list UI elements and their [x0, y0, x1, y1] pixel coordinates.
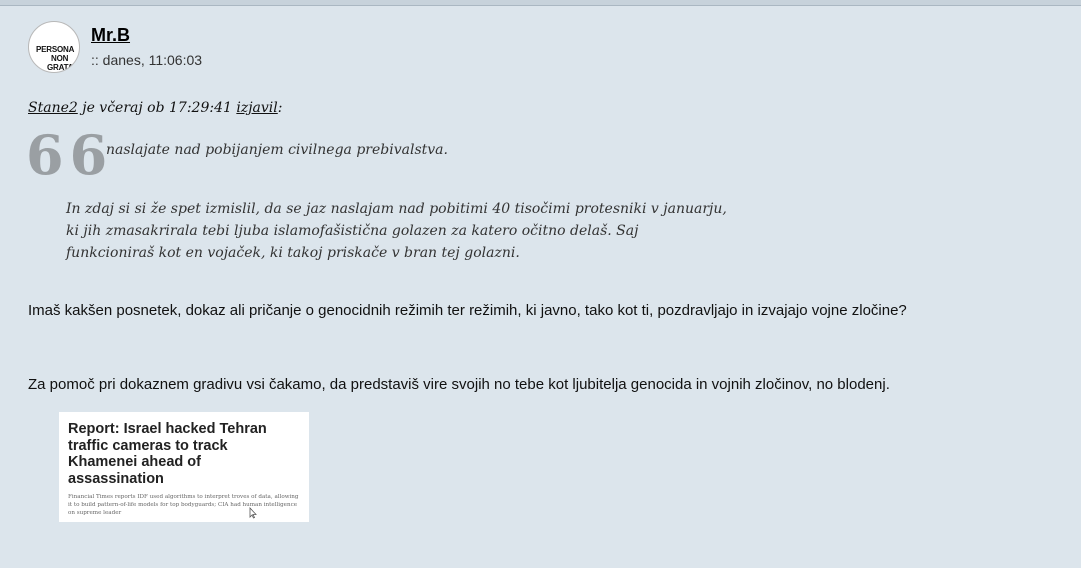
top-border	[0, 0, 1081, 6]
post-timestamp: :: danes, 11:06:03	[91, 52, 203, 68]
avatar-text-3: GRATA	[47, 63, 74, 72]
quote-marks-icon: 66	[26, 123, 114, 187]
link-preview-title: Report: Israel hacked Tehran traffic cam…	[68, 421, 267, 487]
quote-header-colon: :	[277, 100, 283, 116]
link-preview-summary: Financial Times reports IDF used algorit…	[68, 494, 299, 516]
quote-text: naslajate nad pobijanjem civilnega prebi…	[106, 142, 448, 158]
nested-quote-line: In zdaj si si že spet izmislil, da se ja…	[66, 201, 727, 217]
quote-header-middle: je včeraj ob 17:29:41	[82, 100, 232, 116]
username-link[interactable]: Mr.B	[91, 25, 130, 46]
nested-quote: In zdaj si si že spet izmislil, da se ja…	[66, 198, 746, 264]
quote-author-link[interactable]: Stane2	[28, 100, 78, 116]
avatar-text-1: PERSONA	[36, 45, 75, 54]
post-paragraph-1: Imaš kakšen posnetek, dokaz ali pričanje…	[28, 302, 907, 319]
avatar[interactable]: PERSONA NON GRATA	[28, 21, 80, 73]
mouse-cursor-icon	[249, 507, 257, 519]
link-preview-card[interactable]: Report: Israel hacked Tehran traffic cam…	[59, 412, 309, 522]
nested-quote-line: ki jih zmasakrirala tebi ljuba islamofaš…	[66, 223, 639, 239]
post-paragraph-2: Za pomoč pri dokaznem gradivu vsi čakamo…	[28, 376, 890, 393]
quote-header: Stane2 je včeraj ob 17:29:41 izjavil:	[28, 100, 282, 116]
nested-quote-line: funkcioniraš kot en vojaček, ki takoj pr…	[66, 245, 520, 261]
quote-source-link[interactable]: izjavil	[236, 100, 277, 116]
avatar-text-2: NON	[51, 54, 69, 63]
